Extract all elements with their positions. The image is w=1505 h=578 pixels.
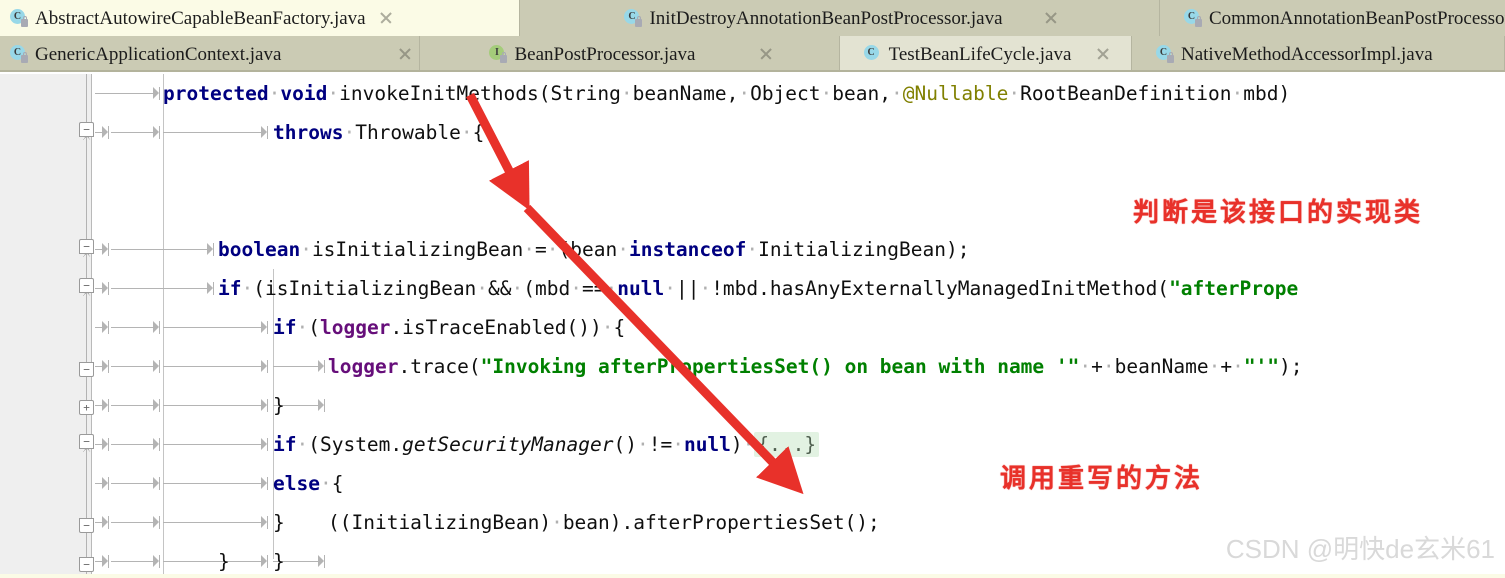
editor-tab-initdestroyannotationbeanpostprocessor[interactable]: C InitDestroyAnnotationBeanPostProcessor… [520, 0, 1160, 36]
java-class-icon: C [624, 9, 643, 27]
code-line: if·(logger.isTraceEnabled())·{ [273, 316, 626, 339]
code-line: logger.trace("Invoking afterPropertiesSe… [328, 355, 1303, 378]
editor-tab-label: TestBeanLifeCycle.java [888, 43, 1072, 65]
lock-icon [635, 16, 643, 27]
editor-tab-label: InitDestroyAnnotationBeanPostProcessor.j… [649, 7, 1003, 29]
close-icon[interactable] [1043, 10, 1059, 26]
whitespace-indicator [93, 113, 273, 152]
editor-tab-label: AbstractAutowireCapableBeanFactory.java [35, 7, 366, 29]
editor-tab-bar-row-2: C GenericApplicationContext.java I BeanP… [0, 36, 1505, 72]
editor-tab-label: GenericApplicationContext.java [35, 43, 282, 65]
editor-tab-beanpostprocessor[interactable]: I BeanPostProcessor.java [420, 36, 840, 70]
fold-marker-collapse[interactable]: − [79, 278, 94, 293]
whitespace-indicator [93, 74, 163, 113]
whitespace-indicator [93, 425, 278, 464]
lock-icon [500, 52, 508, 63]
code-editor[interactable]: − − − − + − − − protected·void·invokeIni… [0, 74, 1505, 578]
java-interface-icon: I [489, 45, 508, 63]
close-icon[interactable] [378, 10, 394, 26]
whitespace-indicator [93, 464, 278, 503]
editor-tab-genericapplicationcontext[interactable]: C GenericApplicationContext.java [0, 36, 420, 70]
close-icon[interactable] [1095, 46, 1111, 62]
whitespace-indicator [93, 269, 221, 308]
fold-marker-collapse[interactable]: − [79, 434, 94, 449]
window-bottom-strip [0, 574, 1505, 578]
java-class-icon: C [863, 45, 882, 63]
code-line: protected·void·invokeInitMethods(String·… [163, 82, 1291, 105]
editor-tab-commonannotationbeanpostprocessor[interactable]: C CommonAnnotationBeanPostProcessor.java [1160, 0, 1505, 36]
lock-icon [21, 16, 28, 27]
code-line: else·{ [273, 472, 344, 495]
lock-icon [1167, 52, 1174, 63]
code-content[interactable]: protected·void·invokeInitMethods(String·… [93, 74, 1505, 578]
close-icon[interactable] [758, 46, 774, 62]
lock-icon [21, 52, 28, 63]
java-class-icon-letter: C [863, 45, 879, 60]
fold-marker-expand[interactable]: + [79, 400, 94, 415]
code-line: } [273, 394, 285, 417]
java-class-icon: C [1156, 45, 1174, 63]
java-class-icon: C [1184, 9, 1202, 27]
close-icon[interactable] [397, 46, 413, 62]
editor-tab-label: BeanPostProcessor.java [514, 43, 696, 65]
whitespace-indicator [93, 386, 333, 425]
annotation-note-1: 判断是该接口的实现类 [1133, 198, 1424, 228]
fold-marker-collapse[interactable]: − [79, 239, 94, 254]
editor-gutter[interactable] [0, 74, 92, 578]
editor-tab-label: CommonAnnotationBeanPostProcessor.java [1209, 7, 1505, 29]
fold-marker-collapse-end[interactable]: − [79, 362, 94, 377]
whitespace-indicator [93, 230, 221, 269]
whitespace-indicator [93, 347, 333, 386]
editor-tab-label: NativeMethodAccessorImpl.java [1181, 43, 1433, 65]
code-line: ((InitializingBean)·bean).afterPropertie… [328, 511, 880, 534]
whitespace-indicator [93, 308, 278, 347]
csdn-watermark: CSDN @明快de玄米61 [1225, 534, 1495, 564]
editor-tab-testbeanlifecycle[interactable]: C TestBeanLifeCycle.java [840, 36, 1132, 70]
java-class-icon: C [10, 9, 28, 27]
folded-code-placeholder[interactable]: {...} [754, 432, 820, 457]
whitespace-indicator [93, 542, 333, 578]
lock-icon [1195, 16, 1202, 27]
code-line: boolean·isInitializingBean·=·(bean·insta… [218, 238, 970, 261]
whitespace-indicator [93, 503, 278, 542]
java-class-icon: C [10, 45, 28, 63]
code-line: if·(System.getSecurityManager()·!=·null)… [273, 425, 820, 464]
fold-marker-collapse-end[interactable]: − [79, 518, 94, 533]
fold-marker-collapse[interactable]: − [79, 122, 94, 137]
editor-tab-nativemethodaccessorimpl[interactable]: C NativeMethodAccessorImpl.java [1132, 36, 1505, 70]
code-line: if·(isInitializingBean·&&·(mbd·==·null·|… [218, 277, 1299, 300]
fold-marker-collapse-end[interactable]: − [79, 557, 94, 572]
fold-rail [86, 74, 87, 578]
code-line: } [273, 550, 285, 573]
editor-tab-abstractautowirecapablebeanfactory[interactable]: C AbstractAutowireCapableBeanFactory.jav… [0, 0, 520, 36]
editor-tab-bar-row-1: C AbstractAutowireCapableBeanFactory.jav… [0, 0, 1505, 36]
code-line: throws·Throwable·{ [273, 121, 485, 144]
whitespace-indicator [93, 503, 278, 542]
annotation-note-2: 调用重写的方法 [1000, 464, 1204, 494]
indent-guide [163, 74, 164, 578]
